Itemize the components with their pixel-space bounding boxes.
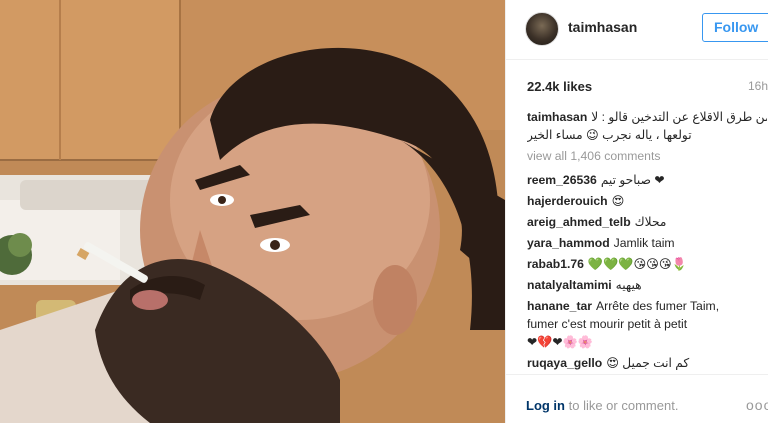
ellipsis-icon[interactable]: ooo (746, 397, 768, 413)
comment-text-line-2: fumer c'est mourir petit à petit (527, 317, 688, 331)
comment-username[interactable]: rabab1.76 (527, 257, 584, 271)
comment-username[interactable]: yara_hammod (527, 236, 610, 250)
comment-item: hajerderouich 😍 (527, 192, 767, 210)
view-all-comments-link[interactable]: view all 1,406 comments (527, 147, 767, 165)
caption-username[interactable]: taimhasan (527, 110, 587, 124)
username-link[interactable]: taimhasan (568, 19, 637, 35)
comment-item: areig_ahmed_telb محلاك (527, 213, 767, 231)
post-time[interactable]: 16h (748, 79, 768, 93)
login-prompt-text: to like or comment. (565, 398, 679, 413)
comment-item: rabab1.76 💚💚💚😘😘😘🌷 (527, 255, 767, 273)
follow-button[interactable]: Follow (702, 13, 768, 42)
login-prompt: Log in to like or comment. (526, 398, 678, 413)
comment-text: Jamlik taim (613, 236, 675, 250)
selfie-illustration (0, 0, 505, 423)
likes-count[interactable]: 22.4k likes (527, 79, 592, 94)
login-link[interactable]: Log in (526, 398, 565, 413)
comment-item: natalyaltamimi هيهيه (527, 276, 767, 294)
comments-list: taimhasan من طرق الاقلاع عن التدخين قالو … (527, 108, 767, 374)
comment-item: yara_hammod Jamlik taim (527, 234, 767, 252)
comment-item: reem_26536 صباحو تيم ❤ (527, 171, 767, 189)
avatar[interactable] (525, 12, 559, 46)
comment-text-line-3: ❤💔❤🌸🌸 (527, 335, 593, 349)
comment-text: 😍 (611, 194, 625, 208)
comment-text: محلاك (634, 215, 667, 229)
comment-text: 💚💚💚😘😘😘🌷 (587, 257, 687, 271)
caption: taimhasan من طرق الاقلاع عن التدخين قالو … (527, 108, 767, 144)
post-header: taimhasan Follow (506, 0, 768, 60)
comment-item: ruqaya_gello 😍 كم انت جميل (527, 354, 767, 372)
comment-username[interactable]: hanane_tar (527, 299, 592, 313)
comment-username[interactable]: hajerderouich (527, 194, 608, 208)
post-photo[interactable] (0, 0, 505, 423)
post-footer: Log in to like or comment. ooo (506, 374, 768, 423)
comment-text: صباحو تيم ❤ (600, 173, 665, 187)
comment-username[interactable]: natalyaltamimi (527, 278, 612, 292)
post-side-panel: taimhasan Follow 22.4k likes 16h taimhas… (505, 0, 768, 423)
comment-text: Arrête des fumer Taim, (596, 299, 720, 313)
comment-item: hanane_tar Arrête des fumer Taim, fumer c… (527, 297, 767, 351)
comment-username[interactable]: reem_26536 (527, 173, 597, 187)
caption-line-2: تولعها ، ياله نجرب 😉 مساء الخير (527, 128, 692, 142)
caption-line-1: من طرق الاقلاع عن التدخين قالو : لا (591, 110, 767, 124)
comment-text: هيهيه (615, 278, 642, 292)
comment-text: 😍 كم انت جميل (606, 356, 690, 370)
comment-username[interactable]: areig_ahmed_telb (527, 215, 631, 229)
comment-username[interactable]: ruqaya_gello (527, 356, 602, 370)
